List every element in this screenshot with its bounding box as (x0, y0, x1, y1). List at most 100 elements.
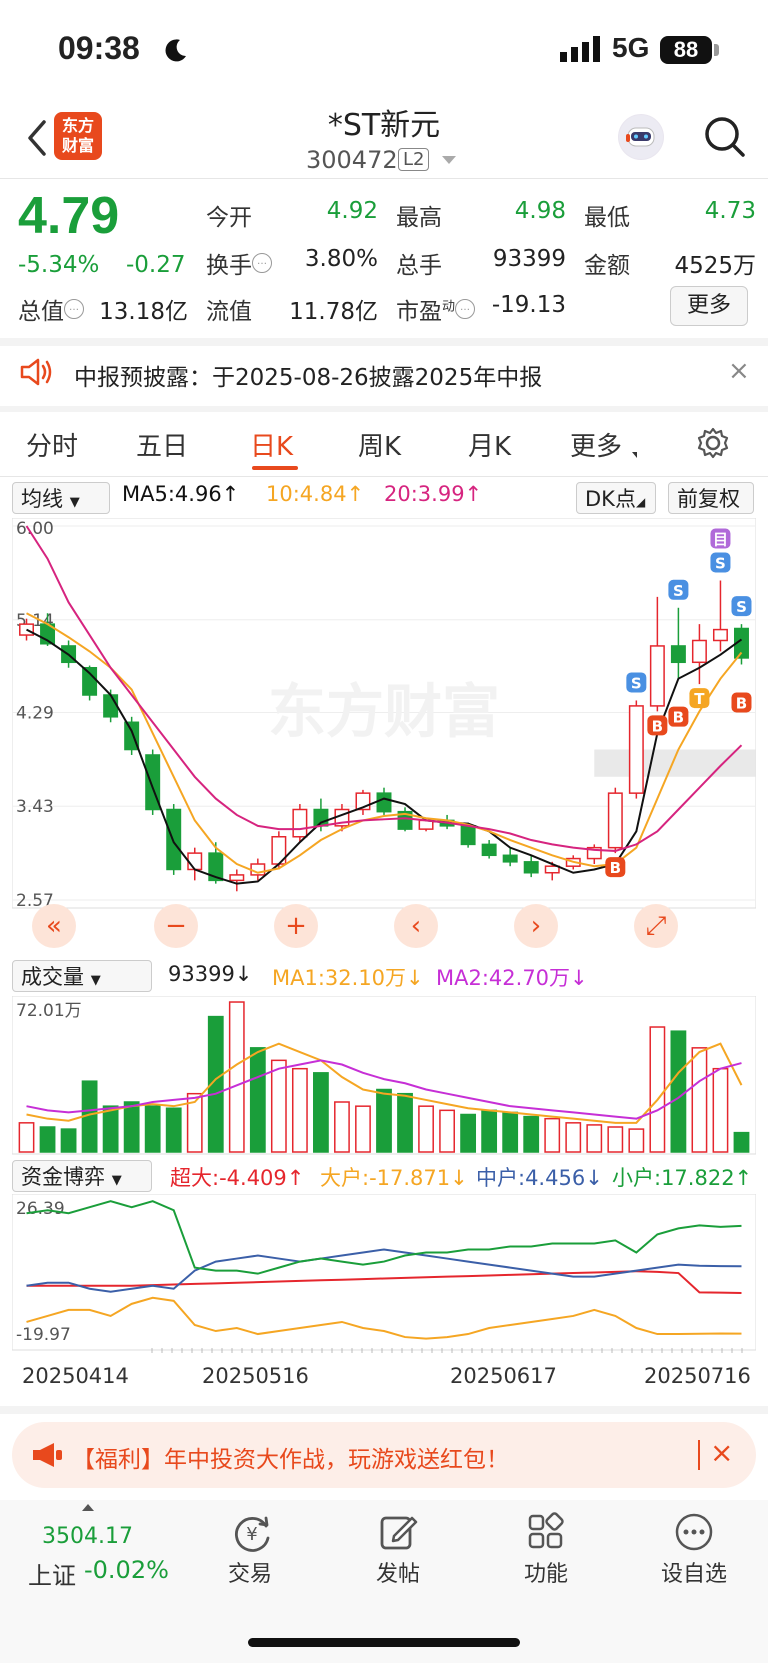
close-icon[interactable]: × (728, 356, 750, 386)
tab-five-day[interactable]: 五日 (136, 426, 188, 463)
kline-chart[interactable]: 6.005.144.293.432.57东方财富 SBBSBTS目SB (12, 518, 756, 958)
trade-icon[interactable]: ¥ (230, 1512, 274, 1554)
quote-label-pe-sup: 动 (442, 299, 456, 315)
more-button[interactable]: 更多 (670, 286, 748, 326)
dk-point-select[interactable]: DK点◢ (576, 482, 656, 514)
post-edit-icon[interactable] (378, 1512, 418, 1552)
volume-bar (733, 1131, 750, 1153)
signal-icon (560, 36, 600, 62)
tab-weekly-k[interactable]: 周K (358, 426, 401, 463)
legend-vol-ma1: MA1:32.10万↓ (272, 966, 424, 990)
signal-marker-label: 目 (713, 531, 728, 549)
zoom-in-button[interactable]: + (274, 904, 318, 948)
tab-more[interactable]: 更多 (570, 426, 622, 463)
volume-bar (270, 1059, 287, 1153)
robot-assistant-icon[interactable] (618, 114, 664, 160)
fund-flow-select-label: 资金博弈 (21, 1165, 105, 1189)
battery-cap (714, 44, 719, 56)
candle (481, 843, 497, 857)
caret-up-icon (82, 1504, 94, 1511)
quote-value-amount: 4525万 (674, 253, 756, 279)
fast-back-button[interactable]: « (32, 904, 76, 948)
quote-value-volume: 93399 (492, 246, 566, 272)
legend-ma5: MA5:4.96↑ (122, 482, 240, 506)
quote-label-float-cap: 流值 (206, 299, 252, 325)
nav-trade[interactable]: 交易 (200, 1556, 300, 1588)
tab-intraday[interactable]: 分时 (26, 426, 78, 463)
speaker-icon (20, 358, 52, 386)
adjust-select[interactable]: 前复权 (668, 482, 754, 514)
quote-value-turnover: 3.80% (304, 246, 378, 272)
divider (0, 1406, 768, 1414)
tab-daily-k[interactable]: 日K (250, 426, 293, 463)
fund-flow-chart[interactable]: 26.39 -19.97 (12, 1194, 756, 1354)
volume-bar (334, 1101, 350, 1153)
l2-badge[interactable]: L2 (398, 148, 430, 171)
volume-bar (628, 1128, 645, 1153)
volume-bar (712, 1067, 729, 1153)
volume-bar (249, 1047, 266, 1153)
indicator-select[interactable]: 均线 ▼ (12, 482, 110, 514)
fund-flow-line-超大 (26, 1270, 742, 1295)
expand-icon[interactable]: ⤢ (634, 904, 678, 948)
volume-chart[interactable]: 72.01万 (12, 996, 756, 1156)
info-icon[interactable]: … (455, 299, 476, 320)
x-tick-label: 20250617 (450, 1364, 557, 1388)
y-tick-label: 72.01万 (16, 1001, 82, 1021)
quote-label-amount: 金额 (584, 253, 630, 279)
y-tick-label: 3.43 (16, 797, 54, 817)
volume-bar (102, 1105, 119, 1153)
candle (376, 792, 392, 813)
signal-marker-label: S (631, 674, 642, 692)
candle (607, 792, 623, 849)
legend-mid: 中户:4.456↓ (476, 1166, 603, 1190)
volume-bar (60, 1128, 77, 1153)
close-icon[interactable]: × (710, 1436, 733, 1469)
volume-select[interactable]: 成交量 ▼ (12, 960, 152, 992)
notice-text[interactable]: 中报预披露：于2025-08-26披露2025年中报 (74, 358, 542, 392)
info-icon[interactable]: … (252, 253, 272, 274)
index-name[interactable]: 上证 (28, 1556, 76, 1591)
watchlist-more-icon[interactable] (674, 1512, 714, 1552)
nav-function[interactable]: 功能 (496, 1556, 596, 1588)
promo-divider (698, 1440, 700, 1470)
quote-label-turnover: 换手… (206, 246, 272, 280)
nav-watchlist[interactable]: 设自选 (644, 1556, 744, 1588)
volume-bar (565, 1122, 582, 1153)
quote-label-pe-text: 市盈 (396, 299, 442, 325)
candle (628, 705, 644, 794)
previous-button[interactable]: ‹ (394, 904, 438, 948)
function-grid-icon[interactable] (526, 1512, 566, 1552)
zoom-out-button[interactable]: − (154, 904, 198, 948)
candle (544, 865, 560, 874)
stock-code[interactable]: 300472 (306, 146, 398, 174)
promo-text[interactable]: 【福利】年中投资大作战，玩游戏送红包！ (72, 1440, 509, 1474)
legend-ma20: 20:3.99↑ (384, 482, 483, 506)
volume-bar (649, 1026, 666, 1153)
signal-marker-label: B (652, 717, 663, 735)
index-percent[interactable]: -0.02% (84, 1556, 169, 1584)
current-price: 4.79 (18, 187, 120, 245)
search-icon[interactable] (702, 112, 746, 160)
candle (229, 874, 245, 882)
y-tick-label: 6.00 (16, 519, 54, 539)
megaphone-icon (33, 1443, 62, 1467)
legend-small: 小户:17.822↑ (612, 1166, 753, 1190)
candle (502, 854, 518, 863)
nav-post[interactable]: 发帖 (348, 1556, 448, 1588)
gear-icon[interactable] (696, 426, 730, 460)
dk-point-label: DK点 (585, 487, 636, 511)
index-value[interactable]: 3504.17 (42, 1524, 133, 1549)
next-button[interactable]: › (514, 904, 558, 948)
signal-marker-label: S (715, 555, 726, 573)
divider (0, 406, 768, 412)
home-indicator (248, 1638, 520, 1647)
info-icon[interactable]: … (64, 299, 84, 320)
tab-monthly-k[interactable]: 月K (468, 426, 511, 463)
divider (0, 338, 768, 346)
volume-bar (502, 1111, 519, 1153)
fund-flow-select[interactable]: 资金博弈 ▼ (12, 1160, 152, 1192)
signal-marker-label: S (673, 582, 684, 600)
chevron-down-icon[interactable] (442, 156, 456, 164)
candle (19, 623, 34, 636)
